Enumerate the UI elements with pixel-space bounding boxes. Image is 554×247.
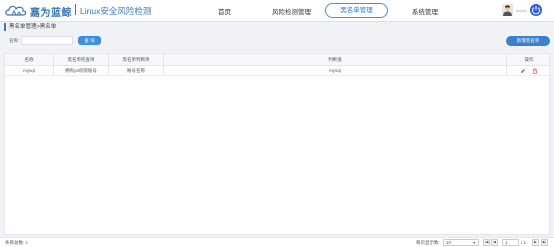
nav-system[interactable]: 系统管理 <box>412 6 438 16</box>
cell-judge-item: 账号名称 <box>108 66 163 75</box>
cell-actions <box>506 66 551 75</box>
prev-page-icon: ◀ <box>493 240 496 244</box>
logout-button[interactable] <box>530 4 542 16</box>
per-page-select[interactable]: 10 ▼ <box>443 239 479 246</box>
column-header-actions: 操作 <box>506 54 551 65</box>
total-count: 条目总数: 1 <box>5 240 28 246</box>
first-page-icon: |◀ <box>484 240 489 244</box>
top-header: 嘉为蓝鲸 Linux安全风险检测 首页 风险检测管理 黑名单管理 系统管理 ad… <box>0 0 554 22</box>
last-page-icon: ▶| <box>542 240 547 244</box>
edit-icon[interactable] <box>520 68 526 74</box>
power-icon <box>532 6 540 15</box>
last-page-button[interactable]: ▶| <box>541 239 548 246</box>
column-header-name: 名称 <box>24 57 34 62</box>
pagination-bar: 条目总数: 1 每页显示数: 10 ▼ |◀ ◀ 1 / 1 ▶ ▶| <box>0 237 554 247</box>
breadcrumb: 黑名单管理>黑名单 <box>4 23 56 31</box>
table-header: 名称 黑名单检查项 黑名单判断项 判断值 操作 <box>5 54 549 66</box>
per-page-value: 10 <box>446 240 452 245</box>
query-button[interactable]: 查 询 <box>78 36 101 45</box>
next-page-button[interactable]: ▶ <box>532 239 539 246</box>
cell-name: mysql <box>23 68 35 73</box>
chevron-down-icon: ▼ <box>472 241 476 245</box>
nav-blacklist[interactable]: 黑名单管理 <box>325 3 388 18</box>
current-page-input[interactable]: 1 <box>502 239 519 246</box>
next-page-icon: ▶ <box>534 240 537 244</box>
page-total: / 1 <box>521 240 527 245</box>
name-filter-input[interactable] <box>21 36 73 45</box>
total-value: 1 <box>25 240 29 245</box>
column-header-judge-item: 黑名单判断项 <box>108 54 163 65</box>
username: admin <box>516 8 527 13</box>
prev-page-button[interactable]: ◀ <box>491 239 498 246</box>
nav-home[interactable]: 首页 <box>218 6 231 16</box>
column-header-check-item: 黑名单检查项 <box>53 54 108 65</box>
avatar[interactable] <box>502 4 513 16</box>
brand-divider <box>75 4 76 15</box>
cell-value: mysql <box>163 66 506 75</box>
first-page-button[interactable]: |◀ <box>483 239 490 246</box>
delete-icon[interactable] <box>532 68 538 74</box>
per-page-label: 每页显示数: <box>416 240 440 245</box>
cell-check-item: 拥有ps权限账号 <box>53 66 108 75</box>
brand-name: 嘉为蓝鲸 <box>30 8 72 19</box>
add-blacklist-button[interactable]: 新增黑名单 <box>506 36 550 46</box>
total-label: 条目总数: <box>5 240 25 245</box>
filter-bar: 名称: 查 询 新增黑名单 <box>0 33 554 49</box>
brand-logo-icon <box>5 5 27 16</box>
brand-subtitle: Linux安全风险检测 <box>80 6 152 16</box>
table-row: mysql 拥有ps权限账号 账号名称 mysql <box>5 66 549 76</box>
column-header-value: 判断值 <box>163 54 506 65</box>
nav-risk-detection[interactable]: 风险检测管理 <box>272 6 311 16</box>
user-avatar-icon <box>502 4 513 16</box>
blacklist-table: 名称 黑名单检查项 黑名单判断项 判断值 操作 mysql 拥有ps权限账号 账… <box>4 53 550 235</box>
name-filter-label: 名称: <box>9 38 20 43</box>
